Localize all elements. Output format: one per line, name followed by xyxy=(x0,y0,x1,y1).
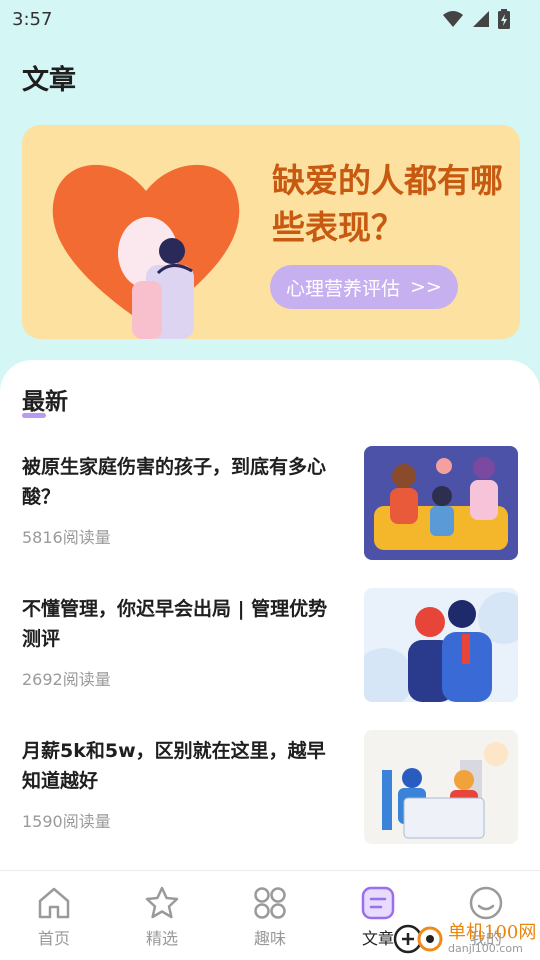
nav-item-home[interactable]: 首页 xyxy=(0,871,108,960)
section-underline xyxy=(22,413,46,418)
banner-headline: 缺爱的人都有哪些表现？ xyxy=(272,161,503,247)
watermark-logo-icon xyxy=(393,924,443,954)
managers-illustration xyxy=(364,588,518,702)
status-bar: 3:57 xyxy=(0,0,540,38)
watermark: 单机100网 danji100.com xyxy=(392,918,540,960)
article-item[interactable]: 月薪5k和5w，区别就在这里，越早知道越好 1590阅读量 xyxy=(0,730,540,846)
article-item[interactable]: 不懂管理，你迟早会出局 | 管理优势测评 2692阅读量 xyxy=(0,588,540,704)
home-icon xyxy=(38,887,70,919)
article-title: 月薪5k和5w，区别就在这里，越早知道越好 xyxy=(22,740,326,792)
status-time: 3:57 xyxy=(12,8,53,30)
nav-item-fun[interactable]: 趣味 xyxy=(216,871,324,960)
wifi-icon xyxy=(443,11,463,27)
watermark-subtext: danji100.com xyxy=(448,941,523,955)
latest-section: 最新 被原生家庭伤害的孩子，到底有多心酸？ 5816阅读量 不懂管理，你迟早会出… xyxy=(0,360,540,870)
article-item[interactable]: 被原生家庭伤害的孩子，到底有多心酸？ 5816阅读量 xyxy=(0,446,540,562)
featured-banner[interactable]: 缺爱的人都有哪些表现？ 心理营养评估 >> xyxy=(22,125,520,339)
nav-label: 首页 xyxy=(37,929,70,948)
star-icon xyxy=(145,886,179,919)
article-title: 不懂管理，你迟早会出局 | 管理优势测评 xyxy=(22,598,328,650)
nav-label: 趣味 xyxy=(253,929,286,948)
article-icon xyxy=(361,886,395,920)
battery-icon xyxy=(498,9,510,29)
watermark-text: 单机100网 xyxy=(448,921,537,943)
profile-icon xyxy=(469,886,503,920)
article-title: 被原生家庭伤害的孩子，到底有多心酸？ xyxy=(22,456,327,508)
nav-item-featured[interactable]: 精选 xyxy=(108,871,216,960)
family-illustration xyxy=(364,446,518,560)
nav-label: 文章 xyxy=(361,929,394,948)
assessment-button-label: 心理营养评估 xyxy=(286,277,401,300)
chevron-right-icon: >> xyxy=(410,276,442,298)
status-icons xyxy=(442,9,510,29)
construction-illustration xyxy=(364,730,518,844)
assessment-button[interactable]: 心理营养评估 >> xyxy=(270,265,458,309)
article-views: 2692阅读量 xyxy=(22,670,111,689)
section-title: 最新 xyxy=(22,389,68,415)
heart-couple-illustration xyxy=(52,164,240,339)
page-title: 文章 xyxy=(22,65,76,96)
signal-icon xyxy=(473,11,489,27)
article-views: 1590阅读量 xyxy=(22,812,111,831)
grid-icon xyxy=(254,887,286,919)
watermark-text-group: 单机100网 danji100.com xyxy=(448,921,537,955)
article-views: 5816阅读量 xyxy=(22,528,111,547)
nav-label: 精选 xyxy=(145,929,178,948)
